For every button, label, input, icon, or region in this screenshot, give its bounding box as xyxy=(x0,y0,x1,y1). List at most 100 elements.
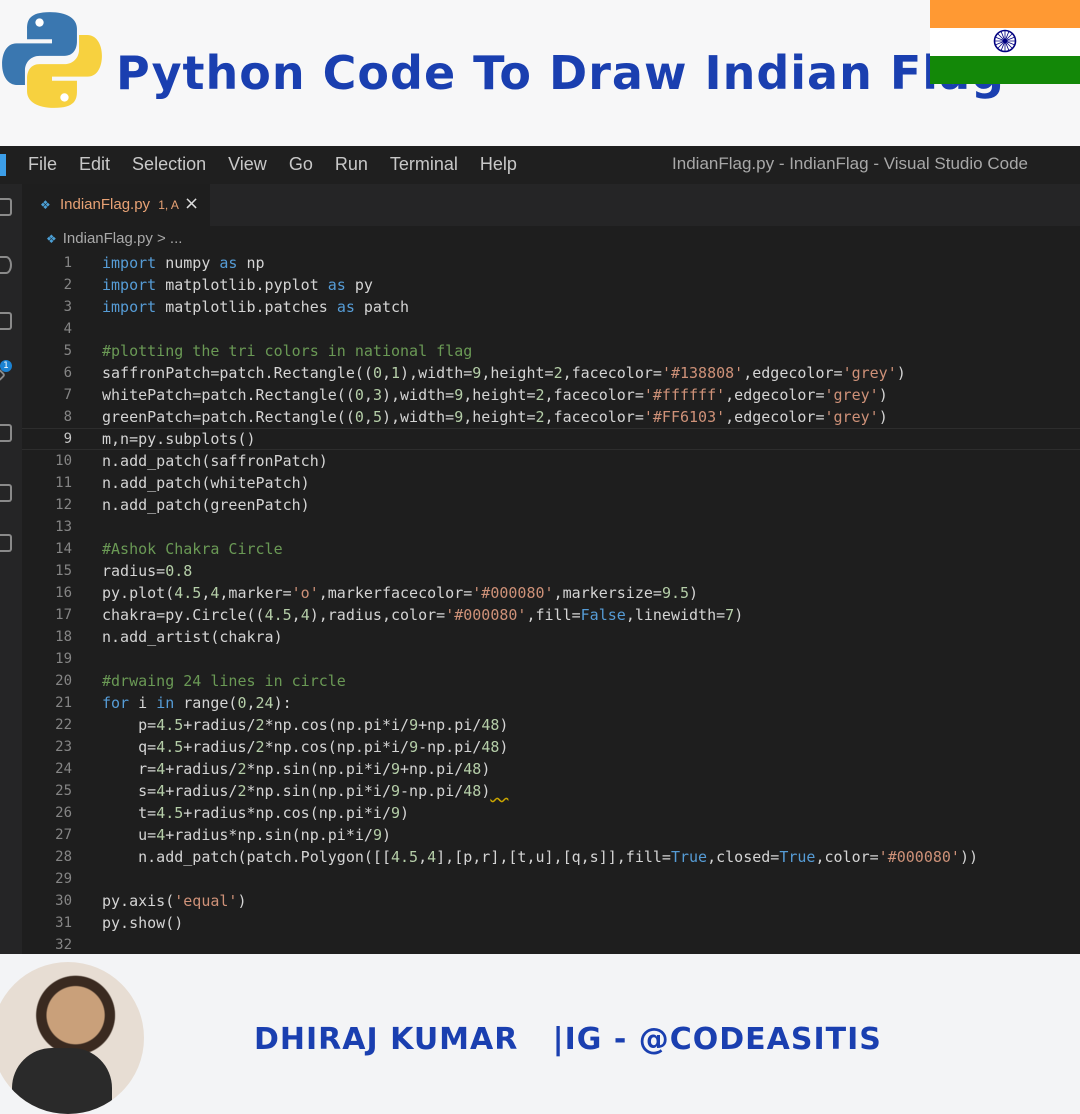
code-line[interactable]: 2 import matplotlib.pyplot as py xyxy=(22,274,1080,296)
code-line[interactable]: 4 xyxy=(22,318,1080,340)
code-text: n.add_artist(chakra) xyxy=(102,626,283,648)
code-line[interactable]: 14 #Ashok Chakra Circle xyxy=(22,538,1080,560)
header-banner: Python Code To Draw Indian Flag xyxy=(0,0,1080,146)
code-token: 9 xyxy=(372,826,382,844)
code-token: #Ashok Chakra Circle xyxy=(102,540,283,558)
code-token: 0 xyxy=(354,408,364,426)
code-token: numpy xyxy=(156,254,220,272)
code-token: m,n=py.subplots() xyxy=(102,430,256,448)
code-line[interactable]: 16 py.plot(4.5,4,marker='o',markerfacecol… xyxy=(22,582,1080,604)
code-line[interactable]: 24 r=4+radius/2*np.sin(np.pi*i/9+np.pi/4… xyxy=(22,758,1080,780)
line-number: 30 xyxy=(55,893,72,909)
code-token: ),radius,color= xyxy=(309,606,446,624)
testing-icon[interactable] xyxy=(0,484,12,502)
code-token: py.plot( xyxy=(102,584,175,602)
code-line[interactable]: 3 import matplotlib.patches as patch xyxy=(22,296,1080,318)
menu-go[interactable]: Go xyxy=(289,154,313,175)
code-editor[interactable]: 1 import numpy as np 2 import matplotlib.py… xyxy=(22,252,1080,956)
code-line[interactable]: 18 n.add_artist(chakra) xyxy=(22,626,1080,648)
menu-edit[interactable]: Edit xyxy=(79,154,110,175)
code-line[interactable]: 22 p=4.5+radius/2*np.cos(np.pi*i/9+np.pi… xyxy=(22,714,1080,736)
code-token: , xyxy=(363,386,373,404)
code-token: 9 xyxy=(391,760,401,778)
explorer-icon[interactable] xyxy=(0,198,12,216)
line-number: 16 xyxy=(55,585,72,601)
code-token: radius= xyxy=(102,562,166,580)
code-token: n.add_patch(whitePatch) xyxy=(102,474,310,492)
code-line[interactable]: 23 q=4.5+radius/2*np.cos(np.pi*i/9-np.pi… xyxy=(22,736,1080,758)
flag-green-band xyxy=(930,56,1080,84)
code-token: 4 xyxy=(156,782,166,800)
code-token: 9.5 xyxy=(661,584,690,602)
code-line[interactable]: 32 xyxy=(22,934,1080,956)
code-token: n.add_patch(saffronPatch) xyxy=(102,452,328,470)
line-number: 15 xyxy=(55,563,72,579)
close-icon[interactable]: × xyxy=(184,193,199,214)
code-token: ,closed= xyxy=(707,848,780,866)
code-line[interactable]: 8 greenPatch=patch.Rectangle((0,5),width=… xyxy=(22,406,1080,428)
code-token: 4 xyxy=(300,606,310,624)
code-line[interactable]: 19 xyxy=(22,648,1080,670)
menu-selection[interactable]: Selection xyxy=(132,154,206,175)
code-token: ),width= xyxy=(400,364,473,382)
code-token: as xyxy=(336,298,355,316)
code-text: py.axis('equal') xyxy=(102,890,247,912)
code-line[interactable]: 7 whitePatch=patch.Rectangle((0,3),width=… xyxy=(22,384,1080,406)
code-token: t= xyxy=(102,804,157,822)
breadcrumb-file[interactable]: IndianFlag.py xyxy=(63,230,153,247)
code-token: ) xyxy=(481,782,491,800)
menu-help[interactable]: Help xyxy=(480,154,517,175)
flag-white-band xyxy=(930,28,1080,56)
code-line[interactable]: 30 py.axis('equal') xyxy=(22,890,1080,912)
code-line[interactable]: 9 m,n=py.subplots() xyxy=(22,428,1080,450)
code-line[interactable]: 1 import numpy as np xyxy=(22,252,1080,274)
breadcrumb-rest[interactable]: > ... xyxy=(153,230,182,247)
code-token: as xyxy=(327,276,346,294)
code-token: *np.sin(np.pi*i/ xyxy=(246,760,392,778)
code-token: 7 xyxy=(725,606,735,624)
code-line[interactable]: 11 n.add_patch(whitePatch) xyxy=(22,472,1080,494)
code-line[interactable]: 31 py.show() xyxy=(22,912,1080,934)
code-token: saffronPatch=patch.Rectangle(( xyxy=(102,364,373,382)
search-icon[interactable] xyxy=(0,256,12,274)
code-line[interactable]: 17 chakra=py.Circle((4.5,4),radius,color=… xyxy=(22,604,1080,626)
code-line[interactable]: 6 saffronPatch=patch.Rectangle((0,1),widt… xyxy=(22,362,1080,384)
code-line[interactable]: 27 u=4+radius*np.sin(np.pi*i/9) xyxy=(22,824,1080,846)
line-number: 27 xyxy=(55,827,72,843)
code-line[interactable]: 21 for i in range(0,24): xyxy=(22,692,1080,714)
breadcrumb[interactable]: ❖ IndianFlag.py > ... xyxy=(46,230,182,247)
code-token: *np.sin(np.pi*i/ xyxy=(246,782,392,800)
menu-terminal[interactable]: Terminal xyxy=(390,154,458,175)
code-line[interactable]: 15 radius=0.8 xyxy=(22,560,1080,582)
code-line[interactable]: 12 n.add_patch(greenPatch) xyxy=(22,494,1080,516)
code-token: '#ffffff' xyxy=(643,386,726,404)
tab-indianflag-py[interactable]: ❖ IndianFlag.py 1, A × xyxy=(22,184,210,227)
code-token: in xyxy=(156,694,175,712)
menu-file[interactable]: File xyxy=(28,154,57,175)
code-line[interactable]: 13 xyxy=(22,516,1080,538)
code-token: r= xyxy=(102,760,157,778)
remote-explorer-icon[interactable] xyxy=(0,534,12,552)
extensions-icon[interactable] xyxy=(0,424,12,442)
code-line[interactable]: 29 xyxy=(22,868,1080,890)
code-token: 48 xyxy=(463,782,482,800)
code-line[interactable]: 26 t=4.5+radius*np.cos(np.pi*i/9) xyxy=(22,802,1080,824)
window-title: IndianFlag.py - IndianFlag - Visual Stud… xyxy=(672,154,1028,173)
code-line[interactable]: 25 s=4+radius/2*np.sin(np.pi*i/9-np.pi/4… xyxy=(22,780,1080,802)
source-control-icon[interactable] xyxy=(0,312,12,330)
code-line[interactable]: 10 n.add_patch(saffronPatch) xyxy=(22,450,1080,472)
code-token: ) xyxy=(481,760,491,778)
code-line[interactable]: 20 #drwaing 24 lines in circle xyxy=(22,670,1080,692)
line-number: 14 xyxy=(55,541,72,557)
code-token: 4 xyxy=(427,848,437,866)
code-token: import xyxy=(102,254,157,272)
code-token: 2 xyxy=(535,408,545,426)
menu-run[interactable]: Run xyxy=(335,154,368,175)
avatar-shirt xyxy=(12,1048,112,1114)
code-line[interactable]: 5 #plotting the tri colors in national fl… xyxy=(22,340,1080,362)
code-token: +radius/ xyxy=(165,782,238,800)
line-number: 17 xyxy=(55,607,72,623)
code-line[interactable]: 28 n.add_patch(patch.Polygon([[4.5,4],[p… xyxy=(22,846,1080,868)
menu-view[interactable]: View xyxy=(228,154,267,175)
